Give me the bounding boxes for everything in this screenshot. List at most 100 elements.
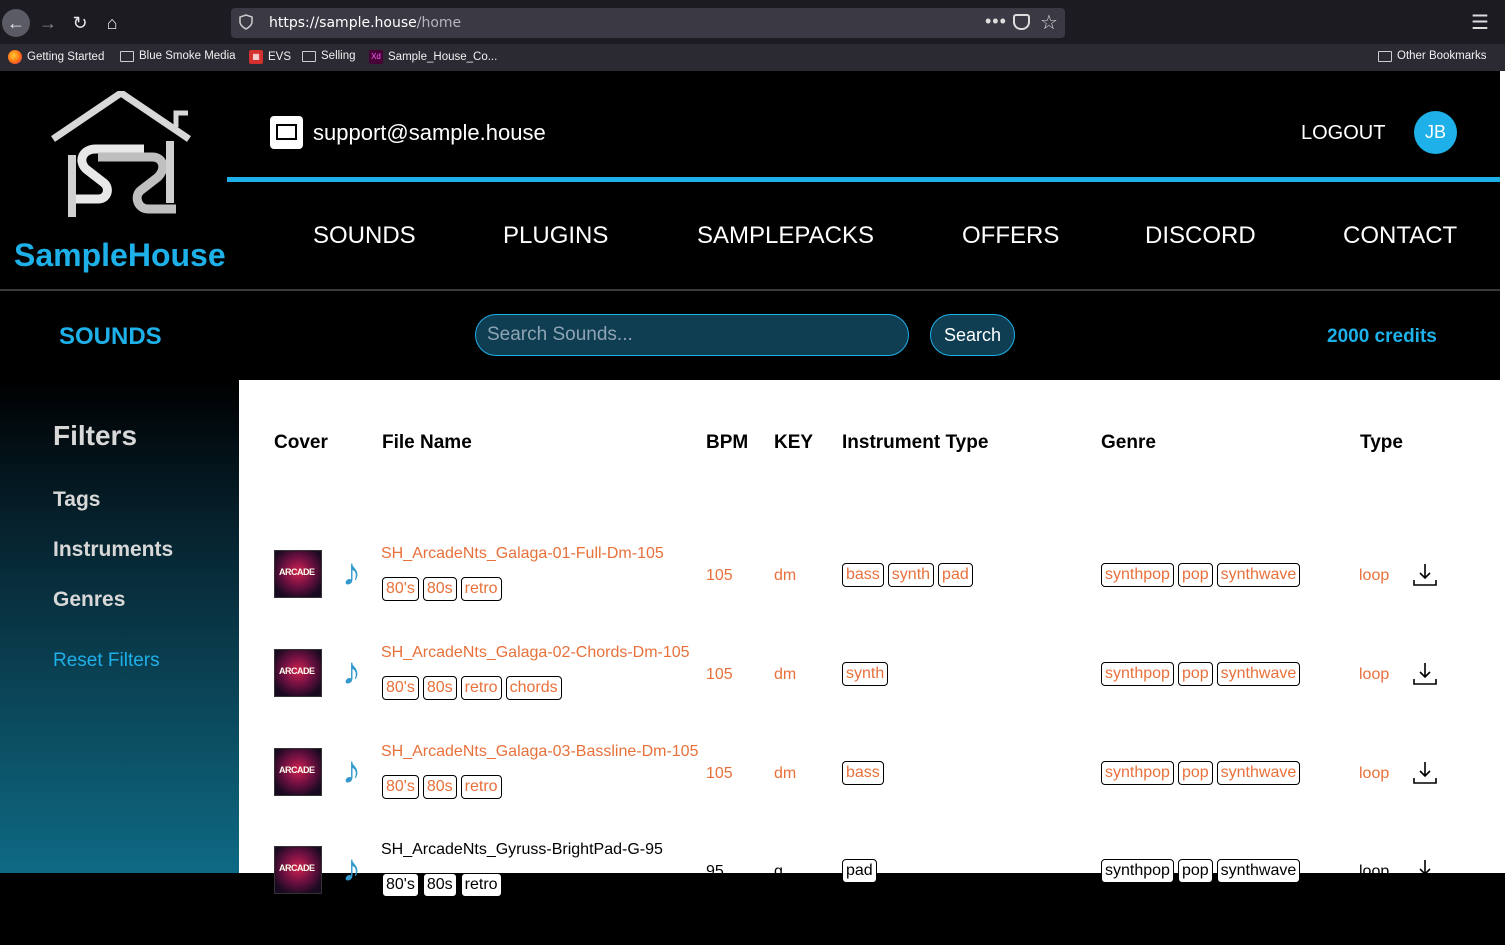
genre-chip[interactable]: synthpop [1101,761,1174,785]
tag-chip[interactable]: 80s [422,775,457,799]
genre-chip[interactable]: pop [1177,563,1213,587]
url-bar[interactable]: https://sample.house/home ••• ☆ [231,8,1065,38]
file-name-link[interactable]: SH_ArcadeNts_Galaga-02-Chords-Dm-105 [381,644,690,662]
download-icon[interactable] [1412,760,1438,786]
tag-chip[interactable]: 80's [382,676,419,700]
instrument-chip[interactable]: bass [842,563,884,587]
download-icon[interactable] [1412,858,1438,884]
tag-chip[interactable]: retro [460,873,502,897]
genre-chip[interactable]: pop [1177,859,1213,883]
download-icon[interactable] [1412,562,1438,588]
forward-icon[interactable]: → [34,9,62,37]
back-icon[interactable]: ← [2,9,30,37]
table-row[interactable]: ARCADE ♪ SH_ArcadeNts_Galaga-01-Full-Dm-10… [239,545,1500,649]
home-icon[interactable]: ⌂ [98,9,126,37]
filter-tags[interactable]: Tags [53,488,100,512]
scrollbar[interactable] [1500,71,1505,873]
key-value: dm [774,765,797,782]
music-note-icon[interactable]: ♪ [342,653,361,691]
logo-house-icon[interactable] [48,91,194,223]
pocket-icon[interactable] [1013,14,1030,30]
col-header-instrument-type: Instrument Type [842,432,989,453]
genre-chip[interactable]: synthpop [1101,563,1174,587]
instrument-chip[interactable]: synth [842,662,889,686]
instrument-chip[interactable]: synth [887,563,935,587]
file-name-link[interactable]: SH_ArcadeNts_Galaga-01-Full-Dm-105 [381,545,664,563]
menu-icon[interactable]: ☰ [1471,10,1489,35]
bookmark-star-icon[interactable]: ☆ [1040,10,1058,35]
browser-chrome: ← → ↻ ⌂ https://sample.house/home ••• ☆ … [0,0,1505,71]
type-value: loop [1359,765,1390,782]
genre-chip[interactable]: synthwave [1216,859,1301,883]
credits-balance: 2000 credits [1327,326,1437,347]
table-row[interactable]: ARCADE ♪ SH_ArcadeNts_Galaga-03-Bassline-D… [239,743,1500,847]
cover-art[interactable]: ARCADE [274,846,322,894]
col-header-cover: Cover [274,432,328,453]
tag-chip[interactable]: chords [505,676,562,700]
bookmark-sample-house[interactable]: Xd Sample_House_Co... [369,50,497,64]
music-note-icon[interactable]: ♪ [342,850,361,888]
nav-discord[interactable]: DISCORD [1145,222,1256,250]
bookmark-blue-smoke[interactable]: Blue Smoke Media [120,50,236,62]
avatar[interactable]: JB [1414,111,1457,154]
cover-art[interactable]: ARCADE [274,748,322,796]
nav-offers[interactable]: OFFERS [962,222,1059,250]
search-input[interactable] [475,314,909,356]
logout-button[interactable]: LOGOUT [1301,122,1385,145]
browser-toolbar: ← → ↻ ⌂ https://sample.house/home ••• ☆ … [0,0,1505,44]
table-row[interactable]: ARCADE ♪ SH_ArcadeNts_Galaga-02-Chords-Dm-… [239,644,1500,748]
folder-icon [120,50,134,62]
bookmark-selling[interactable]: Selling [302,50,356,62]
filter-instruments[interactable]: Instruments [53,538,173,562]
reload-icon[interactable]: ↻ [66,9,94,37]
instrument-chip[interactable]: pad [842,859,877,883]
page-title: SOUNDS [59,323,162,350]
tag-chip[interactable]: retro [460,676,502,700]
instrument-chip[interactable]: bass [842,761,884,785]
search-button[interactable]: Search [930,314,1015,356]
support-email[interactable]: support@sample.house [313,120,546,146]
genre-chip[interactable]: synthwave [1216,563,1301,587]
tag-chip[interactable]: 80s [422,577,457,601]
url-text[interactable]: https://sample.house/home [269,15,461,31]
evs-icon: ▦ [249,50,263,64]
file-name-link[interactable]: SH_ArcadeNts_Galaga-03-Bassline-Dm-105 [381,743,698,761]
tag-chip[interactable]: 80's [382,873,419,897]
tag-chip[interactable]: 80s [422,873,457,897]
cover-art[interactable]: ARCADE [274,649,322,697]
download-icon[interactable] [1412,661,1438,687]
genre-chip[interactable]: pop [1177,662,1213,686]
genre-chip[interactable]: synthwave [1216,761,1301,785]
nav-contact[interactable]: CONTACT [1343,222,1457,250]
genre-chip[interactable]: synthpop [1101,859,1174,883]
instrument-chip[interactable]: pad [938,563,973,587]
bookmark-other[interactable]: Other Bookmarks [1378,50,1486,62]
nav-samplepacks[interactable]: SAMPLEPACKS [697,222,874,250]
logo-text[interactable]: SampleHouse [14,237,226,274]
genre-chip[interactable]: pop [1177,761,1213,785]
nav-plugins[interactable]: PLUGINS [503,222,608,250]
tag-chip[interactable]: 80's [382,577,419,601]
tag-chip[interactable]: retro [460,577,502,601]
bookmark-evs[interactable]: ▦ EVS [249,50,291,64]
cover-art[interactable]: ARCADE [274,550,322,598]
tag-list: 80's 80s retro [382,577,502,601]
reset-filters-link[interactable]: Reset Filters [53,650,160,672]
music-note-icon[interactable]: ♪ [342,752,361,790]
music-note-icon[interactable]: ♪ [342,554,361,592]
bookmark-getting-started[interactable]: Getting Started [8,50,104,64]
file-name-link[interactable]: SH_ArcadeNts_Gyruss-BrightPad-G-95 [381,841,663,859]
page-actions-icon[interactable]: ••• [985,11,1007,32]
folder-icon [1378,50,1392,62]
table-row[interactable]: ARCADE ♪ SH_ArcadeNts_Gyruss-BrightPad-G-9… [239,841,1500,945]
nav-sounds[interactable]: SOUNDS [313,222,416,250]
genre-chip[interactable]: synthpop [1101,662,1174,686]
tag-chip[interactable]: retro [460,775,502,799]
filter-genres[interactable]: Genres [53,588,125,612]
instrument-list: synth [842,662,889,686]
genre-chip[interactable]: synthwave [1216,662,1301,686]
xd-icon: Xd [369,50,383,64]
instrument-list: pad [842,859,877,883]
tag-chip[interactable]: 80's [382,775,419,799]
tag-chip[interactable]: 80s [422,676,457,700]
